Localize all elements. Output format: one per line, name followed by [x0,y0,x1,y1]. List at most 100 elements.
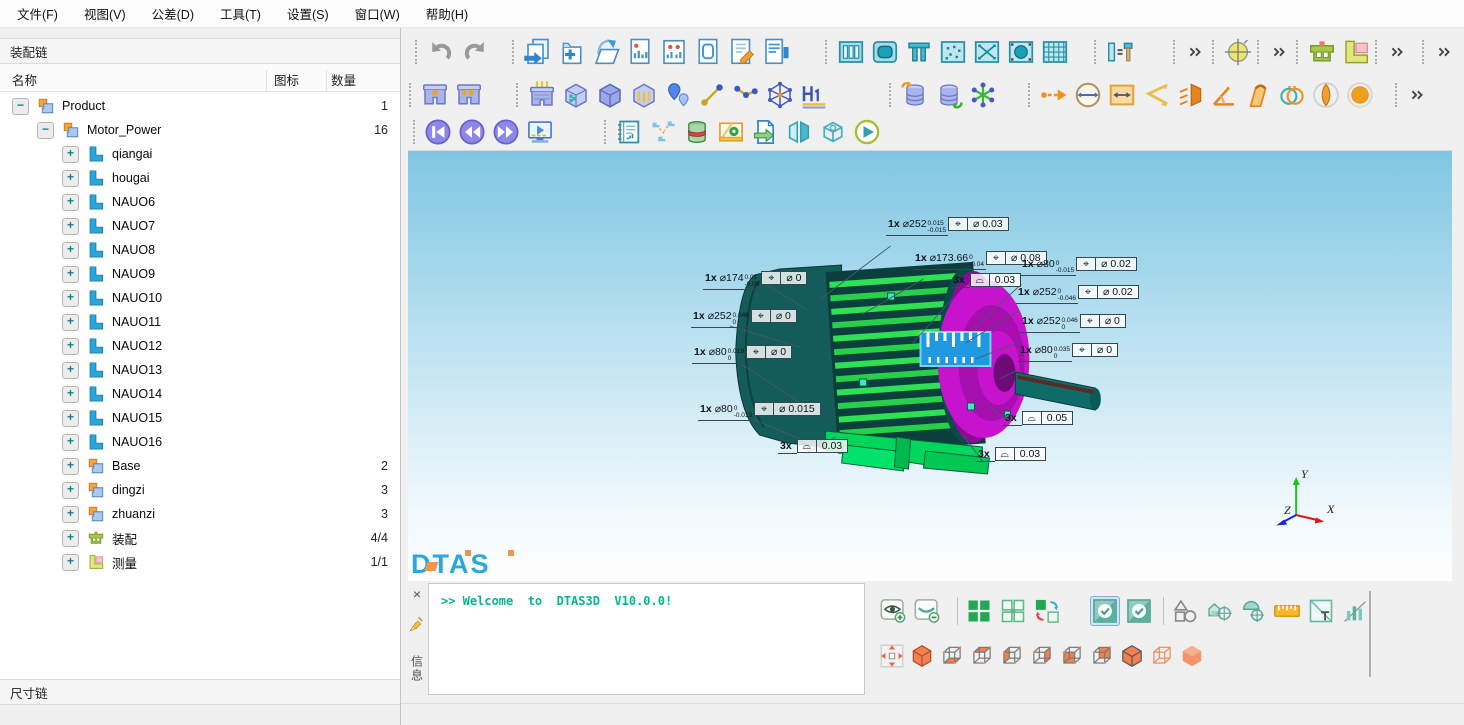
bar-chart-icon[interactable] [1341,597,1369,625]
dome-target-icon[interactable] [1239,597,1267,625]
overflow-icon[interactable] [1184,37,1206,67]
expand-plus-icon[interactable]: + [62,434,79,451]
cube-left-icon[interactable] [999,643,1025,669]
redo-icon[interactable] [460,37,490,67]
grid-filled-icon[interactable] [965,597,993,625]
expand-plus-icon[interactable]: + [62,458,79,475]
tree-item-label[interactable]: NAUO9 [112,267,155,281]
cylinder-band-icon[interactable] [683,118,711,146]
distribute-icon[interactable] [649,118,677,146]
cube-back-icon[interactable] [1089,643,1115,669]
viewport-3d[interactable]: 1x⌀2520.015-0.015⌖⌀ 0.031x⌀173.660-0.04⌖… [408,150,1452,581]
overflow-icon[interactable] [1386,37,1408,67]
new-file-icon[interactable] [523,37,553,67]
tree-item-label[interactable]: Base [112,459,141,473]
tree-row[interactable]: +NAUO11 [0,310,400,334]
cylinder-rotate-a-icon[interactable] [900,80,930,110]
tree-row[interactable]: +Base2 [0,454,400,478]
tree-row[interactable]: +NAUO7 [0,214,400,238]
tree-item-label[interactable]: zhuanzi [112,507,155,521]
overflow-icon[interactable] [1268,37,1290,67]
expand-plus-icon[interactable]: + [62,338,79,355]
tree-item-label[interactable]: 测量 [112,553,137,572]
shapes-group-icon[interactable] [1171,597,1199,625]
collapse-minus-icon[interactable]: − [12,98,29,115]
assembly-group-icon[interactable] [1307,37,1337,67]
mirror-pages-icon[interactable] [785,118,813,146]
width-measure-icon[interactable] [1107,80,1137,110]
arrow-measure-icon[interactable] [1039,80,1069,110]
ruler-icon[interactable] [1273,597,1301,625]
tree-row[interactable]: +dingzi3 [0,478,400,502]
console-close-icon[interactable]: × [413,587,421,601]
dimension-chain-title[interactable]: 尺寸链 [0,679,400,705]
menu-item-4[interactable]: 设置(S) [274,4,342,23]
h1-datum-icon[interactable] [799,80,829,110]
network-icon[interactable] [765,80,795,110]
expand-plus-icon[interactable]: + [62,194,79,211]
expand-plus-icon[interactable]: + [62,290,79,307]
tree-row[interactable]: −Motor_Power16 [0,118,400,142]
box-gear-icon[interactable] [561,80,591,110]
link-two-points-icon[interactable] [697,80,727,110]
tree-item-label[interactable]: NAUO11 [112,315,161,329]
tree-row[interactable]: +qiangai [0,142,400,166]
datum-target-icon[interactable] [1223,37,1253,67]
step-forward-icon[interactable] [492,118,520,146]
swap-squares-icon[interactable] [1033,597,1061,625]
clamp-a-icon[interactable] [420,80,450,110]
tree-item-label[interactable]: Motor_Power [87,123,161,137]
menu-item-6[interactable]: 帮助(H) [413,4,481,23]
overflow-icon[interactable] [1406,80,1428,110]
drawing-gear-icon[interactable] [717,118,745,146]
expand-plus-icon[interactable]: + [62,218,79,235]
undo-icon[interactable] [426,37,456,67]
diameter-measure-icon[interactable] [1073,80,1103,110]
tree-row[interactable]: + NAUO15 [0,406,400,430]
tree-item-label[interactable]: NAUO13 [112,363,162,377]
circularity-icon[interactable] [1345,80,1375,110]
tree-item-label[interactable]: NAUO10 [112,291,162,305]
ellipse-profile-icon[interactable] [1311,80,1341,110]
concentric-circles-icon[interactable] [1277,80,1307,110]
clamp-b-icon[interactable] [454,80,484,110]
play-circle-icon[interactable] [853,118,881,146]
tree-item-label[interactable]: hougai [112,171,150,185]
box-pins-icon[interactable] [629,80,659,110]
expand-plus-icon[interactable]: + [62,242,79,259]
expand-plus-icon[interactable]: + [62,410,79,427]
tree-row[interactable]: −Product1 [0,94,400,118]
expand-plus-icon[interactable]: + [62,362,79,379]
menu-item-0[interactable]: 文件(F) [4,4,71,23]
expand-plus-icon[interactable]: + [62,266,79,283]
export-doc-icon[interactable] [751,118,779,146]
wire-cube-icon[interactable] [1149,643,1175,669]
frame-file-icon[interactable] [693,37,723,67]
face-feature-icon[interactable] [870,37,900,67]
cube-right-icon[interactable] [1029,643,1055,669]
tree-row[interactable]: +hougai [0,166,400,190]
map-pins-icon[interactable] [663,80,693,110]
console-clear-icon[interactable] [408,615,426,633]
menu-item-1[interactable]: 视图(V) [71,4,139,23]
tree-item-label[interactable]: NAUO8 [112,243,155,257]
tree-item-label[interactable]: NAUO15 [112,411,162,425]
measurement-icon[interactable] [1341,37,1371,67]
cross-feature-icon[interactable] [972,37,1002,67]
menu-item-3[interactable]: 工具(T) [207,4,274,23]
compare-file-icon[interactable] [659,37,689,67]
plane-feature-icon[interactable] [836,37,866,67]
ruler-overlay-icon[interactable] [921,332,991,366]
solid-cube-icon[interactable] [1119,643,1145,669]
monitor-play-icon[interactable] [526,118,554,146]
clamp-pins-icon[interactable] [527,80,557,110]
skip-start-icon[interactable] [424,118,452,146]
circle-feature-icon[interactable] [1006,37,1036,67]
tree-row[interactable]: + NAUO9 [0,262,400,286]
report-file-icon[interactable] [625,37,655,67]
fit-view-icon[interactable] [879,643,905,669]
cylinder-rotate-b-icon[interactable] [934,80,964,110]
tree-row[interactable]: + NAUO10 [0,286,400,310]
message-console[interactable]: >> Welcome to DTAS3D V10.0.0! [428,583,865,695]
edit-file-icon[interactable] [727,37,757,67]
